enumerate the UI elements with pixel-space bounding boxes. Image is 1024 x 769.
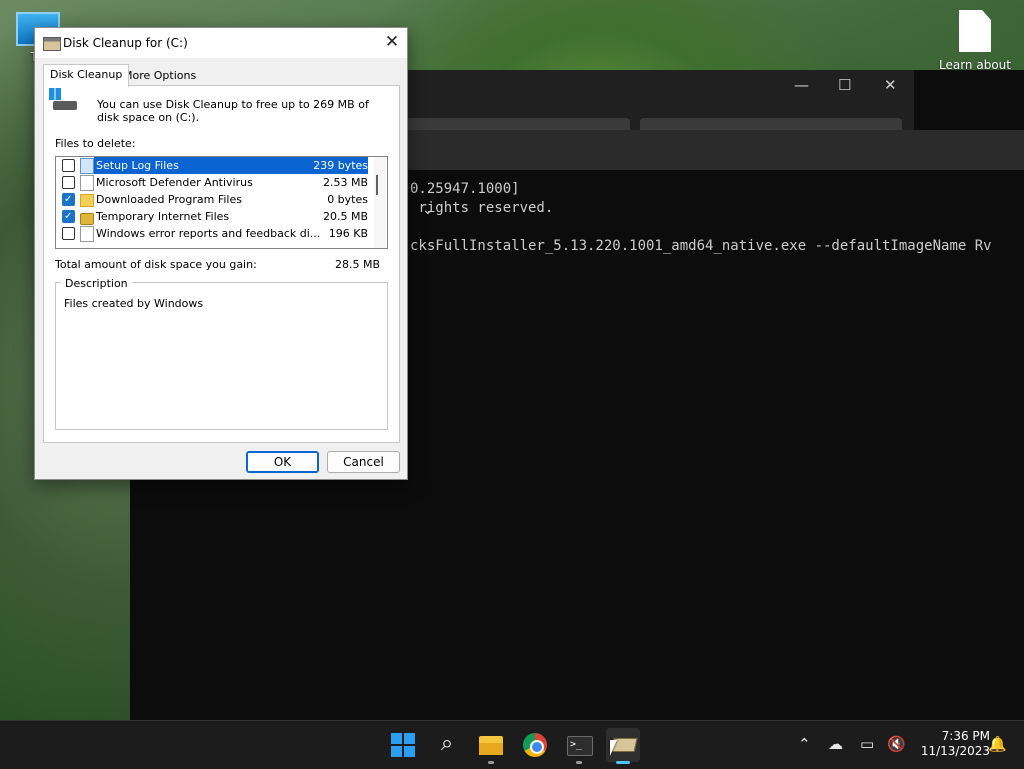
file-icon (80, 226, 94, 242)
checkbox[interactable] (62, 208, 75, 225)
disk-cleanup-dialog: Disk Cleanup for (C:) ✕ Disk Cleanup Mor… (34, 27, 408, 480)
start-icon (391, 733, 415, 757)
file-name: Windows error reports and feedback di... (96, 227, 321, 240)
clock[interactable]: 7:36 PM 11/13/2023 (912, 729, 990, 759)
file-name: Setup Log Files (96, 159, 179, 172)
file-name: Temporary Internet Files (96, 210, 230, 223)
file-name: Downloaded Program Files (96, 193, 242, 206)
terminal-icon: >_ (567, 736, 593, 756)
maximize-icon[interactable]: ☐ (838, 76, 851, 94)
checkbox[interactable] (62, 227, 75, 240)
checkbox[interactable] (62, 176, 75, 189)
show-hidden-icons-chevron-icon[interactable]: ⌃ (798, 735, 811, 753)
checkbox[interactable] (62, 159, 75, 172)
disk-cleanup-icon (43, 37, 61, 51)
list-item[interactable]: Windows error reports and feedback di...… (56, 225, 372, 242)
minimize-icon[interactable]: — (794, 76, 809, 94)
intro-text: You can use Disk Cleanup to free up to 2… (97, 98, 369, 124)
file-icon (80, 175, 94, 191)
file-size: 20.5 MB (322, 210, 368, 223)
ok-button[interactable]: OK (246, 451, 319, 473)
clock-date: 11/13/2023 (920, 744, 990, 758)
file-name: Microsoft Defender Antivirus (96, 176, 253, 189)
terminal-line: cksFullInstaller_5.13.220.1001_amd64_nat… (410, 238, 992, 254)
total-space-label: Total amount of disk space you gain: (55, 258, 257, 271)
description-text: Files created by Windows (64, 297, 204, 310)
clock-time: 7:36 PM (941, 729, 990, 743)
terminal-button[interactable]: >_ (562, 728, 596, 764)
terminal-line: rights reserved. (410, 200, 554, 216)
mouse-cursor (610, 740, 617, 756)
list-item[interactable]: Temporary Internet Files 20.5 MB (56, 208, 372, 225)
file-size: 196 KB (328, 227, 368, 240)
scroll-thumb[interactable] (376, 175, 378, 195)
lock-icon (80, 213, 94, 225)
dialog-title: Disk Cleanup for (C:) (63, 36, 188, 50)
list-scrollbar[interactable] (374, 157, 386, 248)
description-label: Description (61, 277, 132, 290)
cloud-offline-icon[interactable]: ☁ (828, 735, 843, 753)
notification-bell-icon[interactable]: 🔔 (988, 735, 1007, 753)
dialog-titlebar[interactable]: Disk Cleanup for (C:) ✕ (35, 28, 407, 58)
file-size: 0 bytes (327, 193, 368, 206)
volume-muted-icon[interactable]: 🔇 (887, 735, 906, 753)
search-icon[interactable]: ⌕ (430, 728, 464, 762)
file-size: 239 bytes (313, 159, 368, 172)
start-button[interactable] (386, 728, 420, 762)
file-icon (959, 10, 991, 52)
close-icon[interactable]: ✕ (884, 76, 897, 94)
desktop: Th Learn about this picture — ☐ ✕ ⌄ 0.25… (0, 0, 1024, 720)
cancel-button[interactable]: Cancel (327, 451, 400, 473)
files-list[interactable]: Setup Log Files 239 bytes Microsoft Defe… (55, 156, 388, 249)
chrome-button[interactable] (518, 728, 552, 762)
checkbox[interactable] (62, 191, 75, 208)
total-space-value: 28.5 MB (334, 258, 380, 271)
network-icon[interactable]: ▭ (860, 735, 874, 753)
taskbar: ⌕ >_ ⌃ ☁ ▭ 🔇 7:36 PM 11/13/2023 🔔 (0, 720, 1024, 769)
terminal-line: 0.25947.1000] (410, 181, 520, 197)
close-icon[interactable]: ✕ (381, 31, 403, 53)
folder-icon (80, 194, 94, 207)
drive-icon (49, 88, 77, 112)
tab-more-options[interactable]: More Options (117, 66, 202, 85)
tab-disk-cleanup[interactable]: Disk Cleanup (43, 64, 130, 87)
file-size: 2.53 MB (322, 176, 368, 189)
list-item[interactable]: Microsoft Defender Antivirus 2.53 MB (56, 174, 372, 191)
list-item[interactable]: Downloaded Program Files 0 bytes (56, 191, 372, 208)
files-to-delete-label: Files to delete: (55, 137, 136, 150)
file-icon (80, 158, 94, 174)
file-explorer-button[interactable] (474, 728, 508, 764)
list-item[interactable]: Setup Log Files 239 bytes (56, 157, 372, 174)
